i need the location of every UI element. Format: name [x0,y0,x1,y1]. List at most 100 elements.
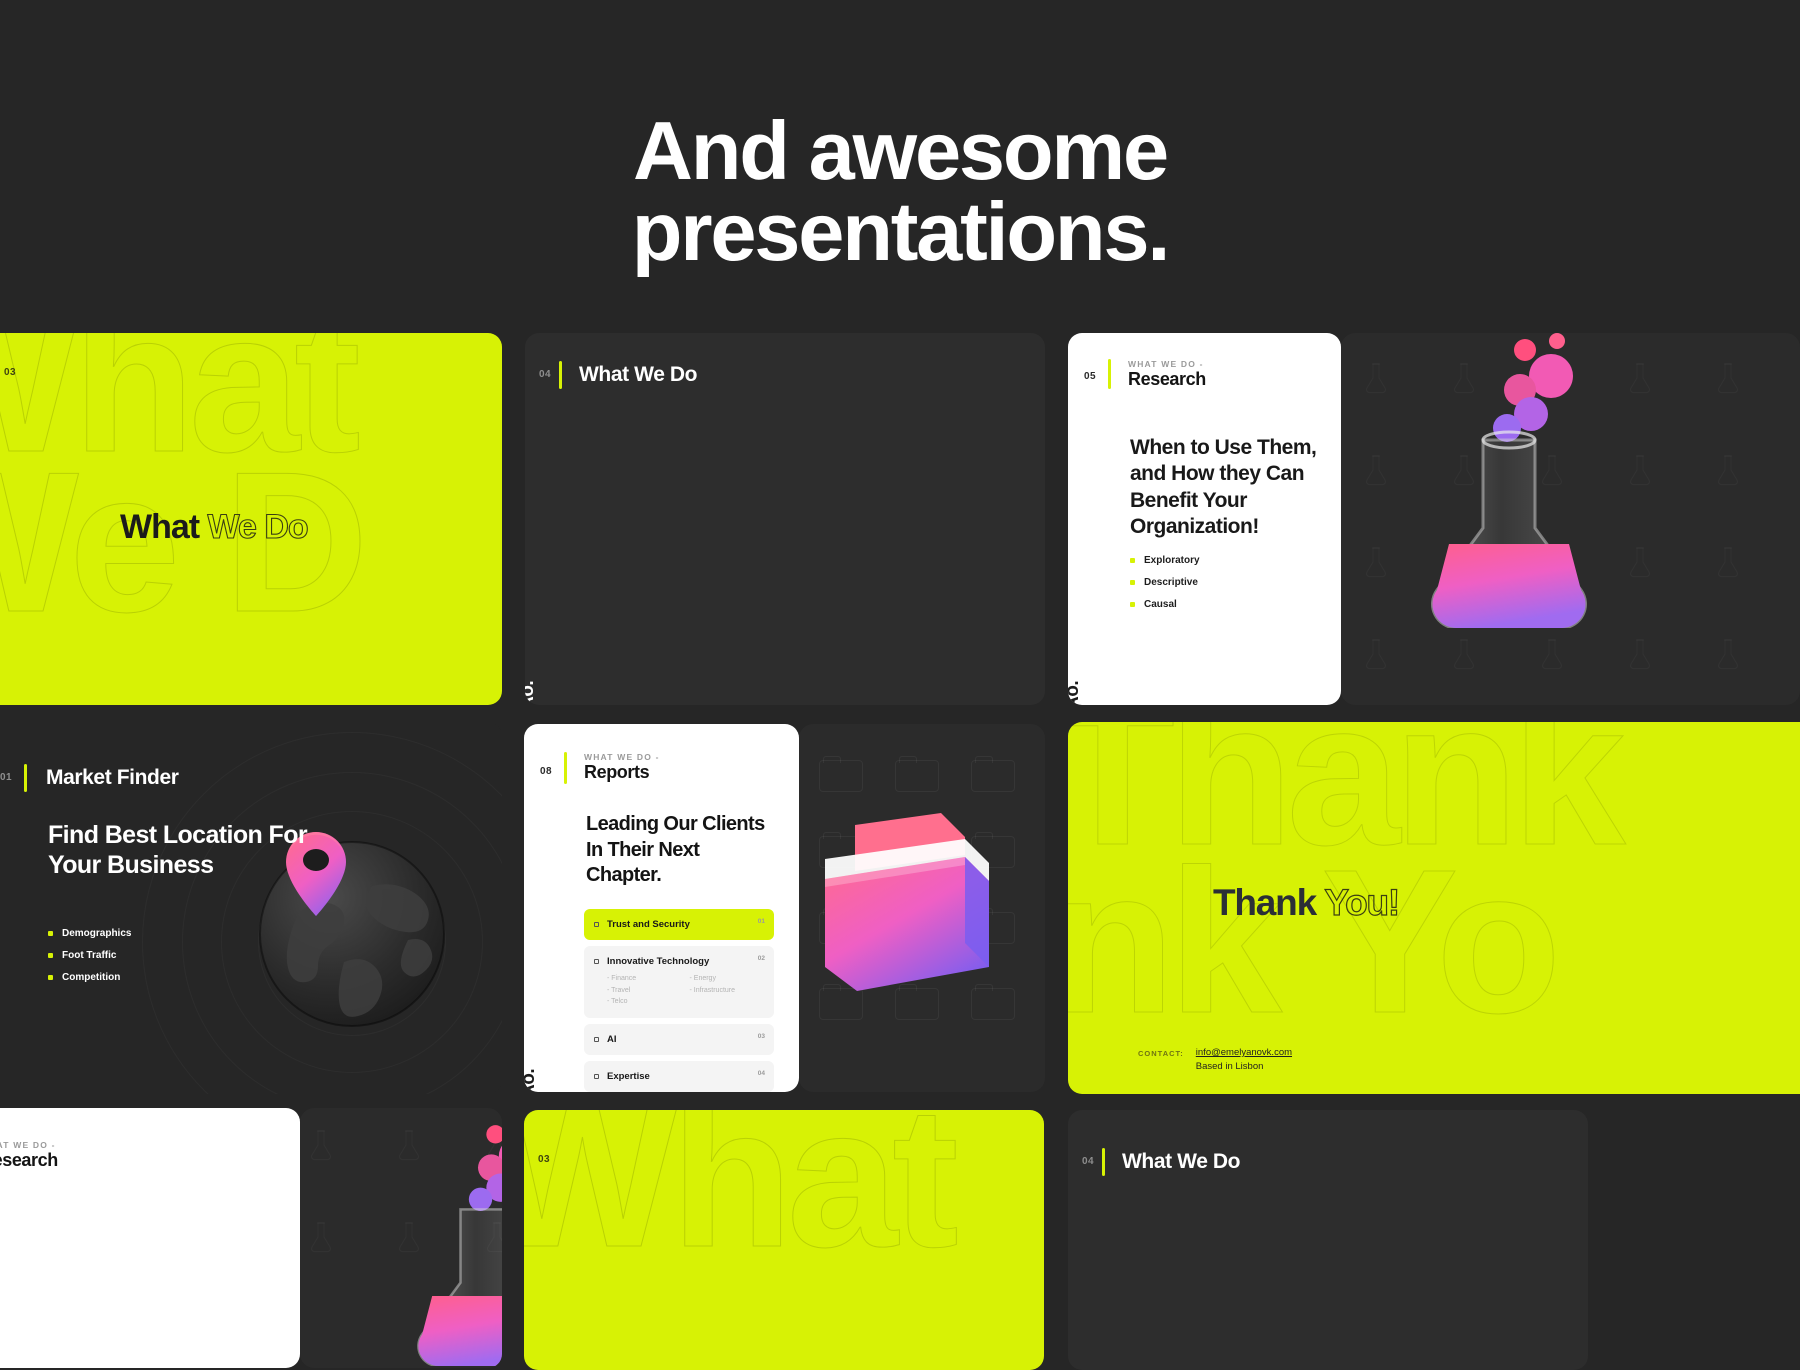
accent-bar [24,764,27,792]
market-finder-bullet-list: Demographics Foot Traffic Competition [48,928,131,994]
bullet-square-icon [594,922,599,927]
slide-thank-you[interactable]: Thank nk Yo Thank You! CONTACT: info@eme… [1068,722,1800,1094]
brand-logo: Ao. [0,665,5,695]
slide-research[interactable]: 05 WHAT WE DO - Research When to Use The… [1068,333,1341,705]
slide-title: What We Do [579,363,698,386]
subcategory: - Travel [607,986,631,994]
market-finder-heading: Find Best Location For Your Business [48,821,308,879]
slide-reports-background [799,724,1045,1092]
hero-line-2: presentations. [631,185,1171,279]
research-bullet-list: Exploratory Descriptive Causal [1130,555,1200,621]
slide-title: Research [0,1150,58,1170]
ghost-text-line-2: nk Yo [1068,827,1562,1056]
bullet-dot-icon [1130,580,1135,585]
thank-you-title-solid: Thank [1213,882,1317,923]
bullet-item: Demographics [48,928,131,939]
bullet-label: Competition [62,972,121,983]
bullet-dot-icon [48,931,53,936]
reports-heading: Leading Our Clients In Their Next Chapte… [586,813,765,887]
flask-hero-icon [1375,333,1645,628]
report-item-index: 03 [757,1032,765,1040]
slide-bottom-research[interactable]: 05 WHAT WE DO - Research [0,1108,300,1368]
slide-market-finder[interactable]: 01 Market Finder Find Best Location For … [0,722,502,1094]
bullet-square-icon [594,1036,599,1042]
bullet-label: Descriptive [1144,577,1198,588]
slide-what-we-do[interactable]: 04 What We Do 01 [525,333,1045,705]
cover-title-outline: We Do [207,507,309,546]
slide-number: 03 [538,1154,551,1165]
accent-bar [559,361,562,389]
report-item-name: AI [607,1033,617,1045]
research-heading: When to Use Them, and How they Can Benef… [1130,436,1317,538]
subcategory: - Infrastructure [689,986,736,994]
slide-number: 03 [4,367,17,378]
reports-item-list: Trust and Security 01 Innovative Technol… [584,909,774,1092]
thank-you-title-outline: You! [1324,881,1401,923]
slide-title: Research [1128,369,1206,389]
subcategory: - Finance [607,975,637,982]
slide-what-we-do-cover[interactable]: What We D 03 What We Do Ao. [0,333,502,705]
bullet-label: Foot Traffic [62,950,117,961]
slide-research-background [1341,333,1800,705]
slide-eyebrow: WHAT WE DO - [584,752,660,762]
slide-eyebrow: WHAT WE DO - [1128,359,1204,369]
slide-eyebrow: WHAT WE DO - [0,1140,56,1150]
subcategory: - Energy [689,975,716,982]
report-item-index: 02 [757,955,765,962]
report-item-name: Innovative Technology [607,956,710,967]
bullet-dot-icon [48,975,53,980]
contact-location: Based in Lisbon [1195,1061,1264,1072]
accent-bar [564,752,567,784]
brand-logo: Ao. [525,680,538,705]
brand-logo: Ao. [1068,680,1083,705]
brand-logo: Ao. [524,1068,539,1092]
slide-bottom-what-cover[interactable]: What 03 [524,1110,1044,1370]
report-item-expertise[interactable]: Expertise 04 [584,1060,774,1092]
accent-bar [1102,1148,1105,1176]
report-item-index: 04 [757,1069,765,1077]
slide-number: 04 [1082,1156,1095,1167]
accent-bar [1108,359,1111,389]
slide-reports[interactable]: 08 WHAT WE DO - Reports Leading Our Clie… [524,724,799,1092]
bullet-dot-icon [1130,602,1135,607]
bullet-square-icon [594,959,599,964]
report-item-innovative-technology[interactable]: Innovative Technology 02 - Finance - Ene… [584,946,774,1018]
bullet-item: Descriptive [1130,577,1200,588]
bullet-item: Exploratory [1130,555,1200,566]
report-item-name: Trust and Security [607,919,690,930]
contact-email-link[interactable]: info@emelyanovk.com [1196,1047,1292,1058]
report-item-name: Expertise [607,1070,650,1082]
bullet-item: Competition [48,972,131,983]
slide-title: What We Do [1122,1150,1241,1173]
report-item-ai[interactable]: AI 03 [584,1023,774,1055]
bullet-item: Foot Traffic [48,950,131,961]
ghost-text: What [524,1110,959,1289]
flask-hero-icon [368,1116,502,1366]
bullet-item: Causal [1130,599,1200,610]
cover-title-solid: What [120,508,200,546]
contact-block: CONTACT: info@emelyanovk.com Based in Li… [1138,1047,1292,1072]
bullet-square-icon [594,1073,599,1079]
bullet-label: Exploratory [1144,555,1200,566]
bullet-label: Causal [1144,599,1177,610]
slide-bottom-research-background [300,1108,502,1368]
report-item-trust-and-security[interactable]: Trust and Security 01 [584,909,774,940]
report-item-index: 01 [757,918,765,925]
bullet-dot-icon [1130,558,1135,563]
contact-label: CONTACT: [1138,1049,1184,1058]
hero-headline: And awesome presentations. [0,0,1800,380]
thank-you-title: Thank You! [1213,881,1401,924]
cover-title: What We Do [120,507,309,547]
subcategory: - Telco [607,998,628,1006]
slide-title: Reports [584,762,650,782]
report-item-subcategories: - Finance - Energy - Travel - Infrastruc… [607,973,772,1008]
slide-number: 05 [1084,371,1097,382]
slide-title: Market Finder [46,766,179,789]
bullet-dot-icon [48,953,53,958]
bullet-label: Demographics [62,928,132,939]
hero-line-1: And awesome [633,104,1169,197]
slide-number: 04 [539,369,552,380]
slide-number: 01 [0,772,13,783]
slide-number: 08 [540,766,553,777]
slide-bottom-what-we-do[interactable]: 04 What We Do [1068,1110,1588,1370]
